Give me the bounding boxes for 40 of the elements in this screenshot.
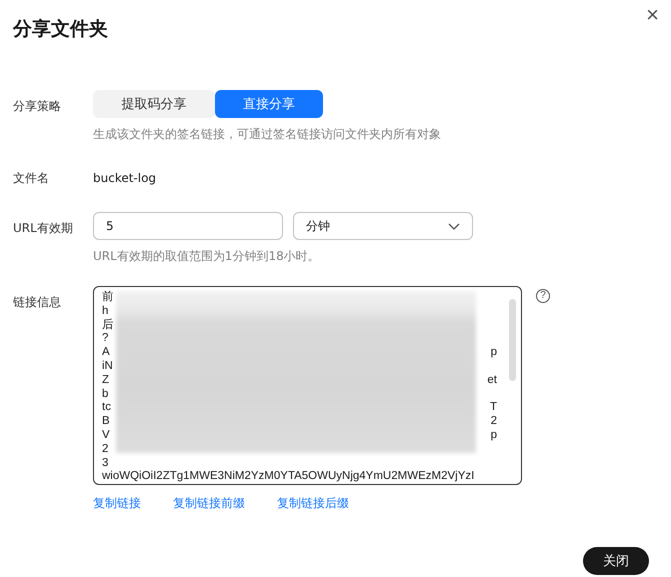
link-text: iN xyxy=(102,360,113,374)
unit-select[interactable]: 分钟 xyxy=(293,212,473,240)
field-label: URL有效期 xyxy=(13,220,74,237)
link-text: tc xyxy=(102,401,111,416)
close-dialog-button[interactable]: 关闭 xyxy=(583,547,649,575)
field-label: 分享策略 xyxy=(13,98,62,115)
hint-text: URL有效期的取值范围为1分钟到18小时。 xyxy=(93,248,321,264)
copy-link[interactable]: 复制链接前缀 xyxy=(173,495,245,512)
file-name: bucket-log xyxy=(93,170,158,187)
link-textarea[interactable]: 前 h 后 ? A p iN Z et b tc T B 2 V p 2 3 wioWQiOiI2ZTg1MWE3NiM2YzM0YTA5OWUyNjg4YmU2MWEzM2VjYzI xyxy=(93,286,522,485)
hint-text: 生成该文件夹的签名链接，可通过签名链接访问文件夹内所有对象 xyxy=(93,126,442,142)
link-text: T xyxy=(490,401,497,416)
link-text: 3 xyxy=(102,456,108,470)
link-text: A xyxy=(102,346,110,360)
dialog-title: 分享文件夹 xyxy=(13,17,109,42)
link-text: 后 xyxy=(102,318,114,332)
link-text: h xyxy=(102,304,108,318)
close-button[interactable]: × xyxy=(646,4,659,26)
share-tab[interactable]: 直接分享 xyxy=(215,90,323,118)
share-tab[interactable]: 提取码分享 xyxy=(93,90,215,118)
link-text: B xyxy=(102,415,110,429)
link-text: p xyxy=(490,346,497,360)
link-text: 2 xyxy=(490,415,497,429)
duration-input[interactable]: 5 xyxy=(93,212,283,240)
field-label: 链接信息 xyxy=(13,294,62,311)
link-text: b xyxy=(102,388,108,402)
link-text: wioWQiOiI2ZTg1MWE3NiM2YzM0YTA5OWUyNjg4YmU2MWEzM2VjYzI xyxy=(102,470,474,484)
link-text: ? xyxy=(102,332,108,346)
copy-link[interactable]: 复制链接后缀 xyxy=(277,495,349,512)
help-button[interactable]: ? xyxy=(536,289,550,303)
link-text: V xyxy=(102,428,110,443)
link-text: et xyxy=(487,374,497,388)
copy-link[interactable]: 复制链接 xyxy=(93,495,141,512)
link-text: p xyxy=(490,428,497,443)
link-text: Z xyxy=(102,374,110,388)
link-text: 2 xyxy=(102,442,108,457)
chevron-down-icon xyxy=(448,222,460,230)
link-text: 前 xyxy=(102,291,114,305)
scrollbar-thumb[interactable] xyxy=(509,299,516,381)
field-label: 文件名 xyxy=(13,170,50,187)
